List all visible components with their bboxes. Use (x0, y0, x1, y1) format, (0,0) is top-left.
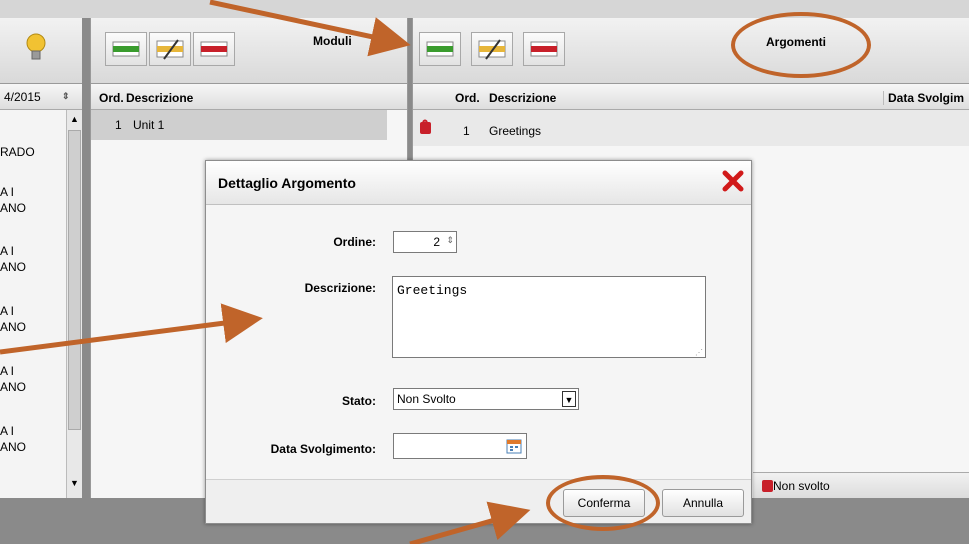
dialog-header: Dettaglio Argomento (206, 161, 751, 205)
table-row[interactable]: 1 Greetings (413, 110, 969, 146)
legend-label: Non svolto (773, 479, 830, 493)
descrizione-textarea[interactable]: Greetings ⋰ (392, 276, 706, 358)
delete-topic-button[interactable] (523, 32, 565, 66)
column-ord[interactable]: Ord. (99, 91, 124, 105)
resize-handle-icon[interactable]: ⋰ (695, 348, 703, 357)
list-item[interactable]: RADO (0, 144, 35, 160)
table-row[interactable]: 1 Unit 1 (91, 110, 387, 140)
descrizione-label: Descrizione: (304, 281, 376, 295)
edit-icon (156, 39, 184, 60)
highlight-oval-argomenti (731, 12, 871, 78)
scroll-thumb[interactable] (68, 130, 81, 430)
edit-icon (478, 39, 506, 60)
lightbulb-icon[interactable] (24, 32, 48, 64)
column-data-svolgimento[interactable]: Data Svolgim (883, 91, 964, 105)
data-svolgimento-label: Data Svolgimento: (270, 442, 376, 456)
ordine-value: 2 (433, 235, 440, 249)
moduli-title: Moduli (313, 34, 352, 48)
add-module-button[interactable] (105, 32, 147, 66)
row-ord: 1 (115, 118, 122, 132)
delete-icon (200, 41, 228, 57)
stato-value: Non Svolto (397, 392, 456, 406)
list-item[interactable]: ANO (0, 379, 26, 395)
column-descrizione[interactable]: Descrizione (489, 91, 556, 105)
date-picker[interactable]: 4/2015 ⇕ (0, 84, 82, 110)
annulla-button[interactable]: Annulla (662, 489, 744, 517)
list-item[interactable]: A I (0, 243, 14, 259)
add-icon (426, 41, 454, 57)
column-descrizione[interactable]: Descrizione (126, 91, 193, 105)
argomenti-footer: Non svolto (753, 472, 969, 498)
column-ord[interactable]: Ord. (455, 91, 480, 105)
moduli-header: Ord. Descrizione (91, 84, 407, 110)
date-value: 4/2015 (4, 90, 41, 104)
add-icon (112, 41, 140, 57)
left-list: RADO A I ANO A I ANO A I ANO A I ANO A I… (0, 110, 68, 498)
dialog-body: Ordine: 2 ⇕ Descrizione: Greetings ⋰ Sta… (206, 205, 751, 479)
status-icon (419, 119, 433, 138)
scroll-down-icon[interactable]: ▼ (70, 478, 79, 488)
list-item[interactable]: ANO (0, 439, 26, 455)
delete-module-button[interactable] (193, 32, 235, 66)
dialog-footer: Conferma Annulla (206, 479, 751, 523)
ordine-label: Ordine: (333, 235, 376, 249)
highlight-oval-conferma (546, 475, 660, 531)
calendar-icon[interactable] (506, 438, 522, 457)
delete-icon (530, 41, 558, 57)
row-ord: 1 (463, 124, 470, 138)
list-item[interactable]: A I (0, 303, 14, 319)
list-item[interactable]: ANO (0, 319, 26, 335)
edit-topic-button[interactable] (471, 32, 513, 66)
edit-module-button[interactable] (149, 32, 191, 66)
list-item[interactable]: A I (0, 184, 14, 200)
dialog-title: Dettaglio Argomento (218, 175, 356, 191)
list-item[interactable]: ANO (0, 259, 26, 275)
left-toolbar (0, 18, 82, 84)
row-desc: Greetings (489, 124, 542, 138)
spinner-icon[interactable]: ⇕ (62, 91, 70, 102)
ordine-stepper[interactable]: 2 ⇕ (393, 231, 457, 253)
list-item[interactable]: ANO (0, 200, 26, 216)
argomenti-header: Ord. Descrizione Data Svolgim (413, 84, 969, 110)
close-icon[interactable] (721, 169, 745, 196)
dettaglio-argomento-dialog: Dettaglio Argomento Ordine: 2 ⇕ Descrizi… (205, 160, 752, 524)
descrizione-value: Greetings (397, 283, 468, 298)
left-column: 4/2015 ⇕ RADO A I ANO A I ANO A I ANO A … (0, 18, 82, 498)
moduli-toolbar: Moduli (91, 18, 407, 84)
row-desc: Unit 1 (133, 118, 165, 132)
data-svolgimento-input[interactable] (393, 433, 527, 459)
argomenti-toolbar: Argomenti (413, 18, 969, 84)
stato-select[interactable]: Non Svolto ▼ (393, 388, 579, 410)
list-item[interactable]: A I (0, 423, 14, 439)
list-item[interactable]: A I (0, 363, 14, 379)
scroll-up-icon[interactable]: ▲ (70, 114, 79, 124)
chevron-down-icon[interactable]: ▼ (562, 391, 576, 407)
stato-label: Stato: (342, 394, 376, 408)
left-scrollbar[interactable]: ▲ ▼ (66, 110, 82, 498)
spinner-icon[interactable]: ⇕ (446, 235, 454, 246)
add-topic-button[interactable] (419, 32, 461, 66)
